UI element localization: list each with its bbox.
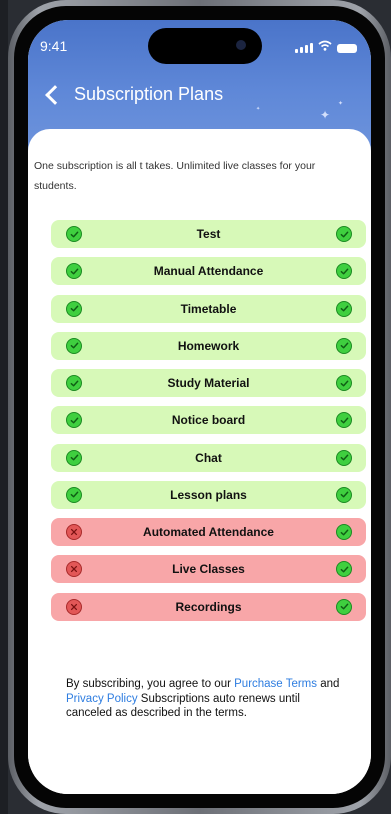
check-circle-icon xyxy=(336,300,352,317)
feature-label: Live Classes xyxy=(172,562,245,577)
feature-row: Live Classes xyxy=(51,555,366,584)
feature-label: Homework xyxy=(177,338,240,353)
check-circle-icon xyxy=(336,263,352,280)
background-edge xyxy=(0,0,8,814)
page-title: Subscription Plans xyxy=(74,84,224,104)
cross-circle-icon xyxy=(66,524,82,540)
feature-row: Automated Attendance xyxy=(51,518,366,546)
content-card: One subscription is all t takes. Unlimit… xyxy=(28,129,371,794)
check-circle-icon xyxy=(66,486,82,503)
purchase-terms-link[interactable]: Purchase Terms xyxy=(234,678,317,690)
check-circle-icon xyxy=(66,226,82,242)
check-circle-icon xyxy=(66,337,82,354)
nav-bar: Subscription Plans xyxy=(45,84,224,105)
camera-icon xyxy=(236,40,246,50)
feature-row: Test xyxy=(51,220,366,248)
check-circle-icon xyxy=(66,263,82,280)
signal-icon xyxy=(295,43,313,53)
sparkle-icon: ✦ xyxy=(338,101,344,107)
check-circle-icon xyxy=(336,524,352,540)
battery-icon xyxy=(337,44,357,53)
feature-label: Notice board xyxy=(171,413,246,428)
feature-label: Lesson plans xyxy=(170,487,247,502)
app-screen: ✦ ✦ ✦ 9:41 Subscription Plans One subscr… xyxy=(28,20,371,794)
feature-label: Test xyxy=(196,227,221,241)
check-circle-icon xyxy=(336,561,352,578)
check-circle-icon xyxy=(66,449,82,466)
check-circle-icon xyxy=(336,598,352,615)
feature-row: Study Material xyxy=(51,369,366,397)
cross-circle-icon xyxy=(66,561,82,578)
check-circle-icon xyxy=(336,375,352,391)
cross-circle-icon xyxy=(66,598,82,615)
status-icons xyxy=(295,40,357,53)
check-circle-icon xyxy=(66,375,82,391)
feature-row: Timetable xyxy=(51,294,366,323)
feature-row: Lesson plans xyxy=(51,480,366,509)
terms-text-part: By subscribing, you agree to our xyxy=(66,678,235,690)
check-circle-icon xyxy=(336,449,352,466)
feature-row: Homework xyxy=(51,331,366,360)
feature-row: Manual Attendance xyxy=(51,257,366,286)
feature-label: Recordings xyxy=(175,599,242,614)
sparkle-icon: ✦ xyxy=(320,108,331,122)
check-circle-icon xyxy=(336,337,352,354)
terms-text: By subscribing, you agree to our Purchas… xyxy=(66,677,347,721)
feature-label: Study Material xyxy=(167,376,250,390)
privacy-policy-link[interactable]: Privacy Policy xyxy=(66,693,138,705)
terms-text-part: and xyxy=(317,678,340,690)
back-arrow-icon[interactable] xyxy=(45,85,65,105)
feature-list: Test Manual Attendance Timetable Homework St… xyxy=(51,220,366,630)
feature-label: Chat xyxy=(195,450,222,465)
check-circle-icon xyxy=(66,300,82,317)
feature-row: Chat xyxy=(51,443,366,472)
sparkle-icon: ✦ xyxy=(256,106,261,112)
phone-bezel: ✦ ✦ ✦ 9:41 Subscription Plans One subscr… xyxy=(14,6,385,808)
feature-row: Notice board xyxy=(51,406,366,435)
check-circle-icon xyxy=(336,486,352,503)
dynamic-island xyxy=(148,28,262,64)
check-circle-icon xyxy=(66,412,82,429)
feature-row: Recordings xyxy=(51,592,366,621)
check-circle-icon xyxy=(336,226,352,242)
wifi-icon xyxy=(318,40,332,53)
feature-label: Manual Attendance xyxy=(153,264,264,279)
check-circle-icon xyxy=(336,412,352,429)
status-time: 9:41 xyxy=(40,38,68,54)
intro-text: One subscription is all t takes. Unlimit… xyxy=(34,160,316,192)
phone-frame: ✦ ✦ ✦ 9:41 Subscription Plans One subscr… xyxy=(8,0,391,814)
feature-label: Timetable xyxy=(180,301,237,316)
feature-label: Automated Attendance xyxy=(143,525,274,539)
